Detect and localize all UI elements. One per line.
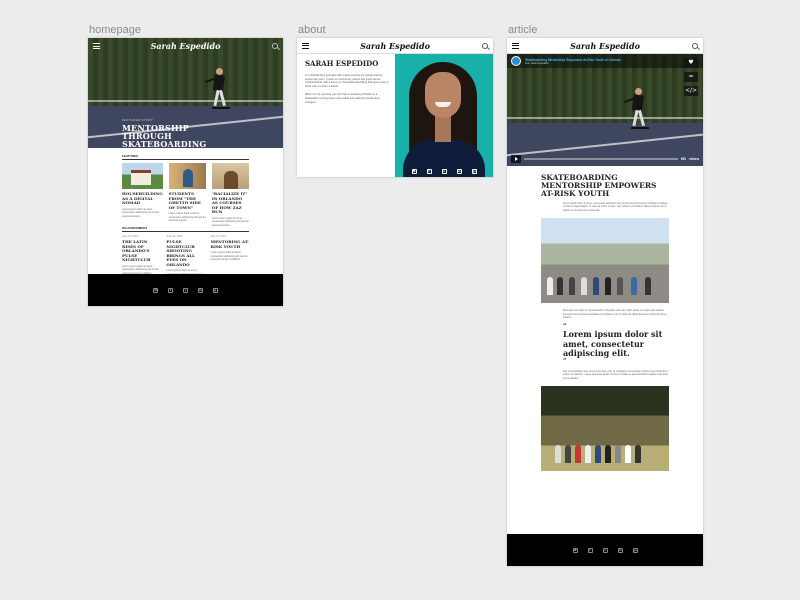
assignment-date: June 18, 2015 xyxy=(166,235,183,238)
feature-thumbnail xyxy=(211,163,249,189)
article-paragraph: Sed ut perspiciatis unde omnis iste natu… xyxy=(563,369,668,380)
assignment-card[interactable]: May 12, 2015 MENTORING AT-RISK YOUTH Lor… xyxy=(211,235,249,280)
about-text-column: SARAH ESPEDIDO I'm a Florida-born journa… xyxy=(305,60,389,109)
features-label: FEATURES xyxy=(122,154,249,160)
assignment-card[interactable]: June 18, 2015 PULSE NIGHTCLUB SHOOTING B… xyxy=(166,235,204,280)
vimeo-logo[interactable]: vimeo xyxy=(689,157,699,161)
assignment-text: Lorem ipsum dolor sit amet, consectetur … xyxy=(210,251,248,261)
top-navigation: Sarah Espedido xyxy=(297,38,493,54)
video-author[interactable]: from Sarah Espedido xyxy=(525,62,621,65)
top-navigation: Sarah Espedido xyxy=(507,38,703,54)
hamburger-menu-icon[interactable] xyxy=(302,42,309,49)
assignment-section: ON ASSIGNMENT June 24, 2015 THE LATIN RI… xyxy=(122,226,249,280)
twitter-icon[interactable]: t xyxy=(168,287,173,293)
embed-icon[interactable]: </> xyxy=(684,86,698,96)
watch-later-icon[interactable]: ≈ xyxy=(684,72,698,82)
google-plus-icon[interactable]: g+ xyxy=(471,169,477,174)
about-social-links: ◘ t v in g+ xyxy=(395,169,493,174)
site-brand[interactable]: Sarah Espedido xyxy=(88,41,283,51)
twitter-icon[interactable]: t xyxy=(426,169,432,174)
search-icon[interactable] xyxy=(272,43,278,49)
feature-text: Lorem ipsum dolor sit amet, consectetur … xyxy=(168,212,206,222)
hero-kicker: FEATURED STORY xyxy=(122,118,154,122)
video-header: Skateboarding Mentorship Empowers At-Ris… xyxy=(507,54,703,68)
instagram-icon[interactable]: ◘ xyxy=(572,547,578,553)
assignment-date: June 24, 2015 xyxy=(122,235,138,238)
video-controls: HD vimeo xyxy=(511,155,699,163)
linkedin-icon[interactable]: in xyxy=(198,287,203,293)
article-paragraph: Lorem ipsum dolor sit amet, consectetur … xyxy=(563,202,668,212)
board-label-homepage: homepage xyxy=(89,24,141,36)
video-side-buttons: ♥ ≈ </> xyxy=(684,58,698,96)
top-navigation: Sarah Espedido xyxy=(88,38,283,54)
feature-card[interactable]: STUDENTS FROM "THE GHETTO SIDE OF TOWN" … xyxy=(168,163,206,227)
pull-quote: Lorem ipsum dolor sit amet, consectetur … xyxy=(563,329,663,359)
assignment-date: May 12, 2015 xyxy=(210,235,226,238)
linkedin-icon[interactable]: in xyxy=(456,169,462,174)
assignment-card[interactable]: June 24, 2015 THE LATIN RISES OF ORLANDO… xyxy=(122,235,160,280)
article-photo xyxy=(541,218,669,304)
about-paragraph: When I'm not reporting you can find me e… xyxy=(305,93,380,104)
about-frame: Sarah Espedido SARAH ESPEDIDO I'm a Flor… xyxy=(297,38,493,177)
quote-close-mark: ” xyxy=(563,357,567,365)
hero-title[interactable]: MENTORSHIP THROUGH SKATEBOARDING xyxy=(122,124,232,148)
portrait-photo xyxy=(395,54,493,177)
assignment-title[interactable]: PULSE NIGHTCLUB SHOOTING BRINGS ALL EYES… xyxy=(166,239,204,267)
assignment-title[interactable]: THE LATIN RISES OF ORLANDO'S PULSE NIGHT… xyxy=(122,239,160,263)
instagram-icon[interactable]: ◘ xyxy=(153,287,158,293)
instagram-icon[interactable]: ◘ xyxy=(411,169,417,174)
features-section: FEATURES HOUSEBUILDING AS A DIGITAL NOMA… xyxy=(122,154,249,227)
site-brand[interactable]: Sarah Espedido xyxy=(297,41,493,51)
about-paragraph: I'm a Florida-born journalist with a dee… xyxy=(305,74,389,88)
assignment-title[interactable]: MENTORING AT-RISK YOUTH xyxy=(211,239,249,249)
video-title[interactable]: Skateboarding Mentorship Empowers At-Ris… xyxy=(525,58,621,62)
search-icon[interactable] xyxy=(482,42,488,49)
article-footer: ◘ t v in g+ xyxy=(507,534,703,566)
article-body: SKATEBOARDING MENTORSHIP EMPOWERS AT-RIS… xyxy=(507,173,703,472)
video-player[interactable]: Skateboarding Mentorship Empowers At-Ris… xyxy=(507,54,703,166)
google-plus-icon[interactable]: g+ xyxy=(632,547,638,553)
feature-title[interactable]: STUDENTS FROM "THE GHETTO SIDE OF TOWN" xyxy=(169,191,206,210)
feature-text: Lorem ipsum dolor sit amet, consectetur … xyxy=(122,207,159,218)
article-frame: Sarah Espedido Skateboarding Mentorship … xyxy=(507,38,703,566)
feature-card[interactable]: "RACIALIZE IT" IN ORLANDO AS COURSES OF … xyxy=(211,163,249,227)
hd-toggle[interactable]: HD xyxy=(681,157,686,161)
vimeo-icon[interactable]: v xyxy=(183,287,188,293)
google-plus-icon[interactable]: g+ xyxy=(213,287,219,293)
board-label-about: about xyxy=(298,24,326,36)
feature-title[interactable]: HOUSEBUILDING AS A DIGITAL NOMAD xyxy=(122,191,163,206)
like-icon[interactable]: ♥ xyxy=(684,58,698,68)
avatar[interactable] xyxy=(511,56,521,66)
board-label-article: article xyxy=(508,24,538,36)
linkedin-icon[interactable]: in xyxy=(617,547,623,553)
feature-title[interactable]: "RACIALIZE IT" IN ORLANDO AS COURSES OF … xyxy=(212,191,249,215)
article-photo xyxy=(541,386,669,472)
feature-thumbnail xyxy=(168,163,206,189)
hamburger-menu-icon[interactable] xyxy=(512,42,519,49)
feature-card[interactable]: HOUSEBUILDING AS A DIGITAL NOMAD Lorem i… xyxy=(122,163,163,227)
feature-thumbnail xyxy=(122,163,163,189)
twitter-icon[interactable]: t xyxy=(587,547,593,553)
homepage-frame: Sarah Espedido FEATURED STORY MENTORSHIP… xyxy=(88,38,283,306)
homepage-footer: ◘ t v in g+ xyxy=(88,274,283,306)
vimeo-icon[interactable]: v xyxy=(602,547,608,553)
about-body: SARAH ESPEDIDO I'm a Florida-born journa… xyxy=(297,54,493,177)
video-progress-bar[interactable] xyxy=(524,158,678,160)
article-paragraph: Duis aute irure dolor in reprehenderit i… xyxy=(563,309,667,320)
vimeo-icon[interactable]: v xyxy=(441,169,447,174)
site-brand[interactable]: Sarah Espedido xyxy=(507,41,703,51)
hamburger-menu-icon[interactable] xyxy=(93,43,100,49)
about-name: SARAH ESPEDIDO xyxy=(305,59,379,68)
play-icon[interactable] xyxy=(511,155,521,163)
search-icon[interactable] xyxy=(692,42,698,49)
assignment-label: ON ASSIGNMENT xyxy=(122,226,249,232)
article-title: SKATEBOARDING MENTORSHIP EMPOWERS AT-RIS… xyxy=(541,173,657,198)
